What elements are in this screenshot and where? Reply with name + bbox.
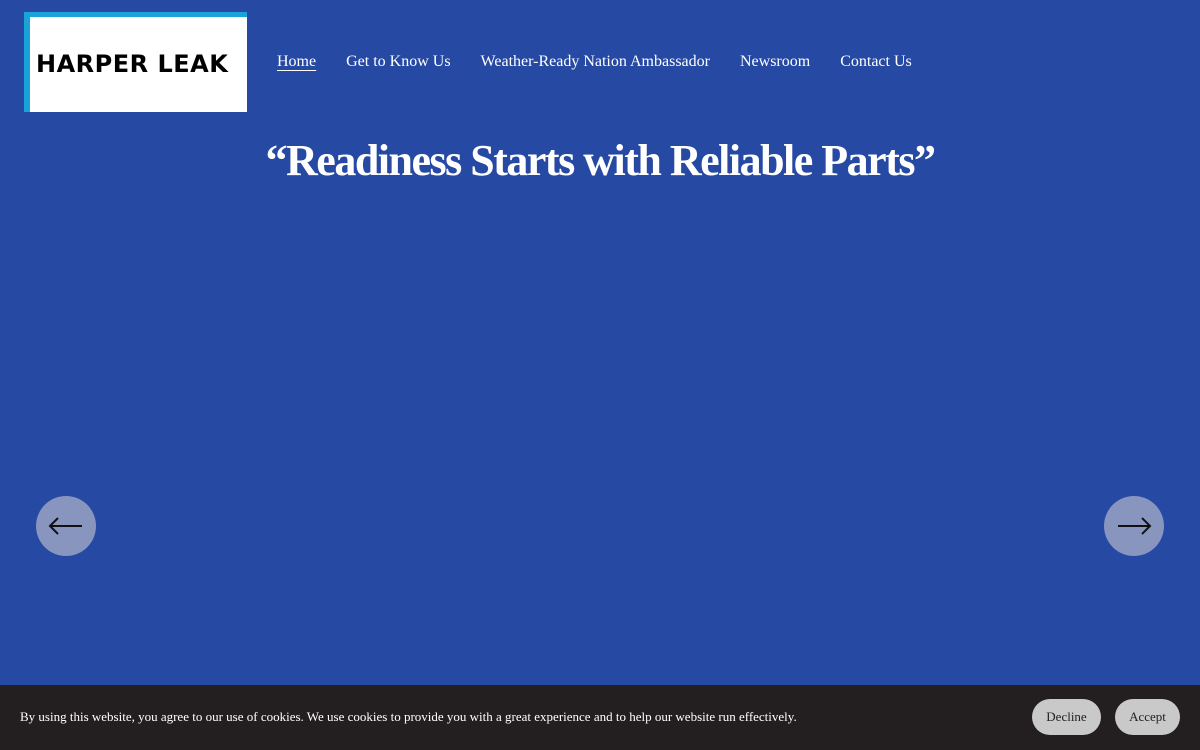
nav-item-contact-us[interactable]: Contact Us: [840, 52, 912, 72]
nav-item-home[interactable]: Home: [277, 52, 316, 72]
cookie-accept-button[interactable]: Accept: [1115, 699, 1180, 735]
nav-item-newsroom[interactable]: Newsroom: [740, 52, 810, 72]
hero-title: “Readiness Starts with Reliable Parts”: [265, 136, 936, 185]
cookie-banner: By using this website, you agree to our …: [0, 685, 1200, 750]
site-header: HARPER LEAK Home Get to Know Us Weather-…: [0, 0, 1200, 120]
main-nav: Home Get to Know Us Weather-Ready Nation…: [277, 52, 942, 72]
cookie-decline-button[interactable]: Decline: [1032, 699, 1101, 735]
arrow-right-icon: [1118, 517, 1152, 535]
cookie-message: By using this website, you agree to our …: [20, 709, 797, 724]
slider-next-button[interactable]: [1104, 496, 1164, 556]
arrow-left-icon: [48, 517, 82, 535]
site-logo[interactable]: HARPER LEAK: [24, 12, 247, 112]
slider-prev-button[interactable]: [36, 496, 96, 556]
nav-item-weather-ready-nation-ambassador[interactable]: Weather-Ready Nation Ambassador: [481, 52, 710, 72]
logo-text: HARPER LEAK: [36, 50, 229, 78]
nav-item-get-to-know-us[interactable]: Get to Know Us: [346, 52, 450, 72]
